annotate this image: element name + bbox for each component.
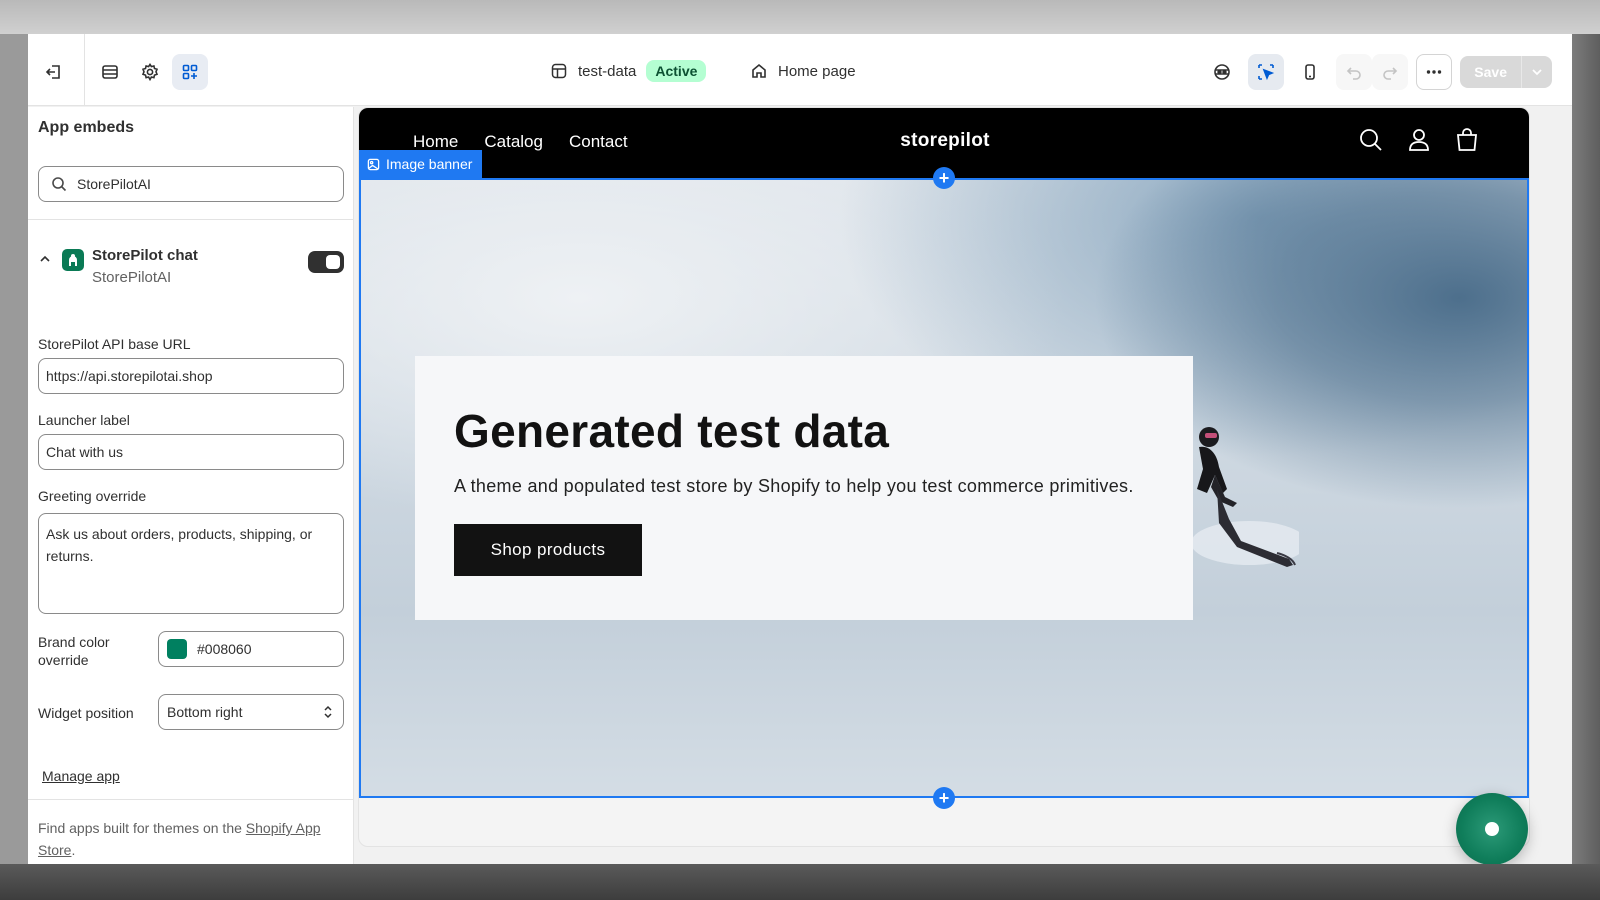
theme-selector[interactable]: test-data Active [550,58,707,84]
footer-prefix: Find apps built for themes on the [38,820,246,836]
toolbar-divider [84,34,85,106]
chat-launcher-button[interactable] [1456,793,1528,864]
app-store-footer: Find apps built for themes on the Shopif… [38,817,338,861]
section-tag[interactable]: Image banner [359,150,483,178]
page-name: Home page [778,62,856,80]
gear-icon[interactable] [132,54,168,90]
launcher-label-label: Launcher label [38,412,130,428]
inspector-icon[interactable] [1204,54,1240,90]
footer-suffix: . [71,842,76,858]
color-swatch[interactable] [167,639,187,659]
hero-subtitle: A theme and populated test store by Shop… [454,476,1134,496]
search-input[interactable]: StorePilotAI [38,166,344,202]
manage-app-link[interactable]: Manage app [42,768,120,784]
embed-provider: StorePilotAI [92,269,172,286]
panel-title: App embeds [38,119,135,136]
search-value: StorePilotAI [77,176,151,192]
select-cursor-icon[interactable] [1248,54,1285,90]
cart-icon[interactable] [1453,126,1481,154]
status-badge: Active [646,60,707,82]
embed-enabled-toggle[interactable] [308,251,344,273]
account-icon[interactable] [1405,126,1433,154]
widget-position-label: Widget position [38,705,134,721]
sections-icon[interactable] [92,54,128,90]
layout-icon [551,63,567,79]
widget-position-value: Bottom right [167,704,243,720]
brand-color-label: Brand color override [38,634,110,668]
hero-content-box: Generated test data A theme and populate… [415,356,1193,620]
brand-color-value: #008060 [197,641,252,657]
embed-storepilot-chat[interactable]: StorePilot chat StorePilotAI [38,239,344,287]
app-embeds-icon[interactable] [172,54,208,90]
add-section-above-icon[interactable]: + [933,167,955,189]
home-icon [752,63,766,78]
more-actions-icon[interactable] [1416,54,1453,90]
select-arrows-icon [324,705,332,719]
snowboarder-image [1191,427,1299,567]
hero-title: Generated test data [454,405,890,457]
api-url-label: StorePilot API base URL [38,336,191,352]
add-section-below-icon[interactable]: + [933,787,955,809]
storepilot-logo-icon [62,249,84,271]
chevron-up-icon[interactable] [38,252,52,271]
widget-position-select[interactable]: Bottom right [158,694,344,730]
launcher-label-input[interactable]: Chat with us [38,434,344,470]
app-embeds-panel: App embeds StorePilotAI StorePilot chat … [28,107,354,864]
undo-icon[interactable] [1336,54,1373,90]
api-url-value: https://api.storepilotai.shop [46,368,213,384]
toolbar-actions: Save [1204,54,1552,90]
launcher-label-value: Chat with us [46,444,124,460]
editor-toolbar: test-data Active Home page Save [28,34,1572,106]
screen-backdrop-right [1572,34,1600,864]
divider [28,219,354,220]
redo-icon[interactable] [1372,54,1409,90]
storefront-preview: Home Catalog Contact storepilot Image ba… [358,107,1530,847]
history-group [1336,54,1409,90]
section-tag-label: Image banner [386,156,473,172]
chevron-down-icon[interactable] [1522,56,1552,88]
mobile-preview-icon[interactable] [1292,54,1328,90]
screen-backdrop-top [0,0,1600,34]
brand-color-input[interactable]: #008060 [158,631,344,667]
image-icon [367,158,380,170]
search-icon[interactable] [1357,126,1385,154]
divider [28,799,354,800]
greeting-label: Greeting override [38,488,147,504]
theme-editor-window: test-data Active Home page Save App embe… [28,34,1572,864]
screen-backdrop-bottom [0,864,1600,900]
page-selector[interactable]: Home page [750,58,856,84]
save-button[interactable]: Save [1460,56,1522,88]
theme-name: test-data [578,62,637,80]
exit-icon[interactable] [36,54,72,90]
save-split-button: Save [1460,56,1552,88]
store-logo[interactable]: storepilot [359,130,1529,152]
embed-name: StorePilot chat [92,247,198,264]
search-icon [52,177,67,192]
shop-products-button[interactable]: Shop products [454,524,642,576]
api-url-input[interactable]: https://api.storepilotai.shop [38,358,344,394]
greeting-textarea[interactable]: Ask us about orders, products, shipping,… [38,513,344,614]
header-icons [1357,126,1481,154]
